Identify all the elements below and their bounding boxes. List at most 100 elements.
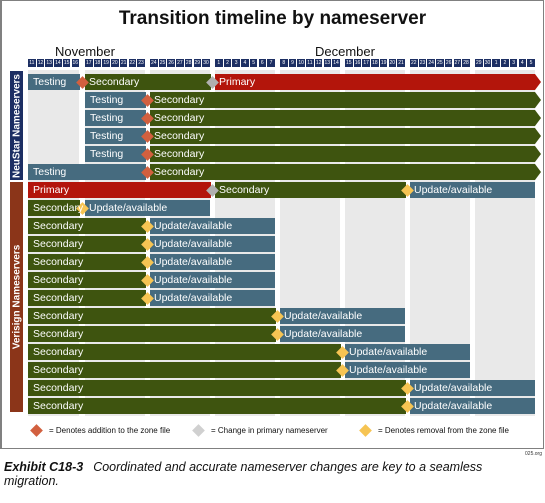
day-label: 18 [93, 59, 102, 67]
verisign-group-text: Verisign Nameservers [11, 244, 22, 350]
day-label: 15 [62, 59, 71, 67]
day-label: 19 [102, 59, 110, 67]
secondary-segment [150, 146, 535, 162]
addition-diamond-icon [30, 424, 43, 438]
verisign-group-label: Verisign Nameservers [10, 182, 23, 412]
day-label: 28 [462, 59, 470, 67]
day-label: 4 [241, 59, 249, 67]
secondary-label: Secondary [154, 112, 205, 124]
day-label: 17 [362, 59, 370, 67]
day-label: 24 [427, 59, 435, 67]
day-label: 20 [388, 59, 397, 67]
day-label: 13 [45, 59, 53, 67]
continues-arrow-icon [534, 110, 541, 126]
legend-addition-label: = Denotes addition to the zone file [49, 426, 171, 435]
day-label: 9 [288, 59, 297, 67]
day-label: 28 [184, 59, 193, 67]
update-label: Update/available [349, 364, 428, 376]
day-label: 30 [483, 59, 492, 67]
update-label: Update/available [414, 382, 493, 394]
day-label: 6 [258, 59, 267, 67]
secondary-label: Secondary [33, 382, 84, 394]
day-label: 30 [202, 59, 210, 67]
update-label: Update/available [89, 202, 168, 214]
day-label: 26 [167, 59, 175, 67]
day-label: 15 [345, 59, 353, 67]
day-label: 11 [306, 59, 314, 67]
day-label: 16 [71, 59, 80, 67]
secondary-label: Secondary [33, 292, 84, 304]
day-label: 10 [297, 59, 305, 67]
secondary-segment [150, 110, 535, 126]
primary-segment [215, 74, 535, 90]
testing-label: Testing [90, 112, 124, 124]
testing-label: Testing [90, 130, 124, 142]
day-label: 19 [379, 59, 388, 67]
testing-label: Testing [33, 166, 67, 178]
day-label: 20 [111, 59, 119, 67]
secondary-label: Secondary [154, 148, 205, 160]
continues-arrow-icon [534, 164, 541, 180]
testing-label: Testing [90, 94, 124, 106]
day-label: 12 [314, 59, 323, 67]
secondary-label: Secondary [154, 94, 205, 106]
legend-removal-label: = Denotes removal from the zone file [378, 426, 509, 435]
day-label: 18 [371, 59, 379, 67]
day-label: 29 [475, 59, 483, 67]
day-label: 14 [54, 59, 62, 67]
diagram-title: Transition timeline by nameserver [118, 8, 427, 29]
continues-arrow-icon [534, 146, 541, 162]
secondary-segment [150, 128, 535, 144]
secondary-label: Secondary [89, 76, 140, 88]
figure-caption: Exhibit C18-3 Coordinated and accurate na… [4, 460, 524, 488]
secondary-label: Secondary [33, 346, 84, 358]
update-label: Update/available [154, 256, 233, 268]
day-label: 1 [492, 59, 500, 67]
primary-label: Primary [219, 76, 256, 88]
day-label: 23 [137, 59, 145, 67]
day-label: 27 [176, 59, 184, 67]
day-label: 14 [332, 59, 340, 67]
day-label: 21 [119, 59, 128, 67]
testing-label: Testing [90, 148, 124, 160]
day-label: 22 [410, 59, 418, 67]
update-label: Update/available [284, 328, 363, 340]
secondary-segment [28, 380, 406, 396]
month-label: November [55, 44, 115, 59]
day-label: 25 [436, 59, 444, 67]
day-label: 22 [128, 59, 137, 67]
day-label: 25 [158, 59, 167, 67]
secondary-segment [28, 398, 406, 414]
secondary-segment [150, 164, 535, 180]
day-label: 8 [280, 59, 288, 67]
day-label: 26 [444, 59, 453, 67]
day-label: 5 [249, 59, 258, 67]
day-label: 23 [418, 59, 427, 67]
continues-arrow-icon [534, 74, 541, 90]
day-label: 7 [267, 59, 275, 67]
primary-label: Primary [33, 184, 70, 196]
secondary-label: Secondary [219, 184, 270, 196]
day-label: 16 [353, 59, 362, 67]
secondary-label: Secondary [33, 202, 84, 214]
update-label: Update/available [284, 310, 363, 322]
day-label: 29 [193, 59, 202, 67]
change-diamond-icon [192, 424, 205, 438]
exhibit-number: Exhibit C18-3 [4, 460, 84, 474]
day-label: 5 [527, 59, 535, 67]
day-label: 3 [232, 59, 240, 67]
secondary-label: Secondary [33, 238, 84, 250]
day-label: 17 [85, 59, 93, 67]
secondary-label: Secondary [33, 220, 84, 232]
secondary-label: Secondary [154, 130, 205, 142]
update-label: Update/available [154, 238, 233, 250]
legend-change: = Change in primary nameserver [192, 424, 328, 438]
update-label: Update/available [414, 184, 493, 196]
secondary-label: Secondary [33, 256, 84, 268]
update-label: Update/available [154, 220, 233, 232]
month-label: December [315, 44, 375, 59]
secondary-label: Secondary [33, 364, 84, 376]
day-label: 13 [323, 59, 332, 67]
day-label: 21 [397, 59, 405, 67]
secondary-label: Secondary [33, 400, 84, 412]
